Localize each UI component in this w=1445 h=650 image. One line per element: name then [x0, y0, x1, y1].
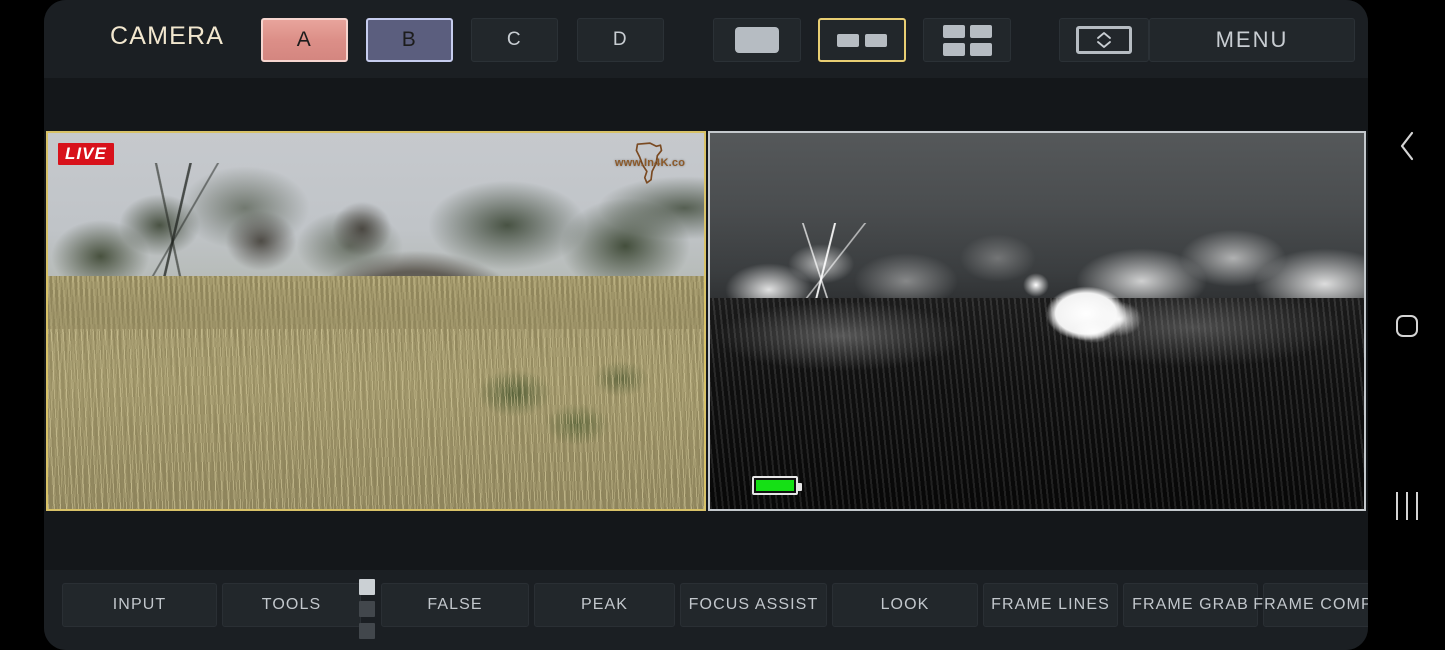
- tools-button[interactable]: TOOLS: [222, 583, 361, 627]
- page-indicator-dot-1: [359, 579, 375, 595]
- top-toolbar: CAMERA A B C D: [44, 0, 1368, 78]
- scale-fit-button[interactable]: [1059, 18, 1149, 62]
- nav-home-button[interactable]: [1368, 300, 1445, 352]
- screen: CAMERA A B C D: [0, 0, 1445, 650]
- camera-button-d[interactable]: D: [577, 18, 664, 62]
- layout-single-pane-button[interactable]: [713, 18, 801, 62]
- look-button-label: LOOK: [881, 596, 930, 614]
- video-viewer: LIVE www.In4K.co: [44, 131, 1368, 511]
- thermal-rhino-secondary: [1089, 298, 1148, 339]
- menu-button[interactable]: MENU: [1149, 18, 1355, 62]
- system-nav-rail: [1368, 0, 1445, 650]
- camera-button-d-label: D: [613, 29, 628, 51]
- nav-back-button[interactable]: [1368, 120, 1445, 172]
- focus-assist-button-label: FOCUS ASSIST: [689, 596, 819, 614]
- visible-light-feed: [48, 133, 704, 509]
- bottom-toolbar: INPUT TOOLS FALSE PEAK FOCUS ASSIST LOOK…: [44, 570, 1368, 650]
- look-button[interactable]: LOOK: [832, 583, 978, 627]
- video-pane-right-image: [710, 133, 1364, 509]
- video-pane-left[interactable]: LIVE www.In4K.co: [46, 131, 706, 511]
- foreground-grass: [48, 329, 704, 509]
- frame-lines-button-label: FRAME LINES: [991, 596, 1110, 614]
- dual-pane-icon: [837, 34, 887, 47]
- scale-fit-icon: [1076, 26, 1132, 54]
- input-button[interactable]: INPUT: [62, 583, 217, 627]
- thermal-ground-region: [710, 298, 1364, 509]
- single-pane-icon: [735, 27, 779, 53]
- quad-pane-icon: [943, 25, 992, 56]
- layout-quad-pane-button[interactable]: [923, 18, 1011, 62]
- camera-button-c[interactable]: C: [471, 18, 558, 62]
- watermark: www.In4K.co: [604, 139, 696, 187]
- live-badge: LIVE: [58, 143, 114, 165]
- nav-recents-button[interactable]: [1368, 480, 1445, 532]
- page-indicator-dot-2: [359, 601, 375, 617]
- recents-bars-icon: [1392, 492, 1422, 520]
- camera-button-a[interactable]: A: [261, 18, 348, 62]
- camera-button-b[interactable]: B: [366, 18, 453, 62]
- video-pane-right[interactable]: [708, 131, 1366, 511]
- false-color-button[interactable]: FALSE: [381, 583, 529, 627]
- watermark-text: www.In4K.co: [615, 157, 685, 169]
- camera-button-b-label: B: [402, 28, 418, 52]
- back-chevron-icon: [1396, 129, 1418, 163]
- frame-grab-button-label: FRAME GRAB: [1132, 596, 1249, 614]
- home-square-icon: [1394, 313, 1420, 339]
- layout-dual-pane-button[interactable]: [818, 18, 906, 62]
- thermal-feed: [710, 133, 1364, 509]
- page-indicator[interactable]: [359, 579, 375, 639]
- battery-icon: [752, 476, 798, 495]
- peak-button[interactable]: PEAK: [534, 583, 675, 627]
- page-title: CAMERA: [110, 22, 224, 51]
- focus-assist-button[interactable]: FOCUS ASSIST: [680, 583, 827, 627]
- frame-lines-button[interactable]: FRAME LINES: [983, 583, 1118, 627]
- false-color-button-label: FALSE: [427, 596, 482, 614]
- frame-grab-button[interactable]: FRAME GRAB: [1123, 583, 1258, 627]
- input-button-label: INPUT: [113, 596, 167, 614]
- tools-button-label: TOOLS: [262, 596, 321, 614]
- page-indicator-dot-3: [359, 623, 375, 639]
- video-pane-left-image: LIVE www.In4K.co: [48, 133, 704, 509]
- camera-button-c-label: C: [507, 29, 522, 51]
- battery-level-fill: [756, 480, 794, 491]
- menu-button-label: MENU: [1216, 27, 1289, 53]
- peak-button-label: PEAK: [581, 596, 628, 614]
- camera-button-a-label: A: [297, 28, 313, 52]
